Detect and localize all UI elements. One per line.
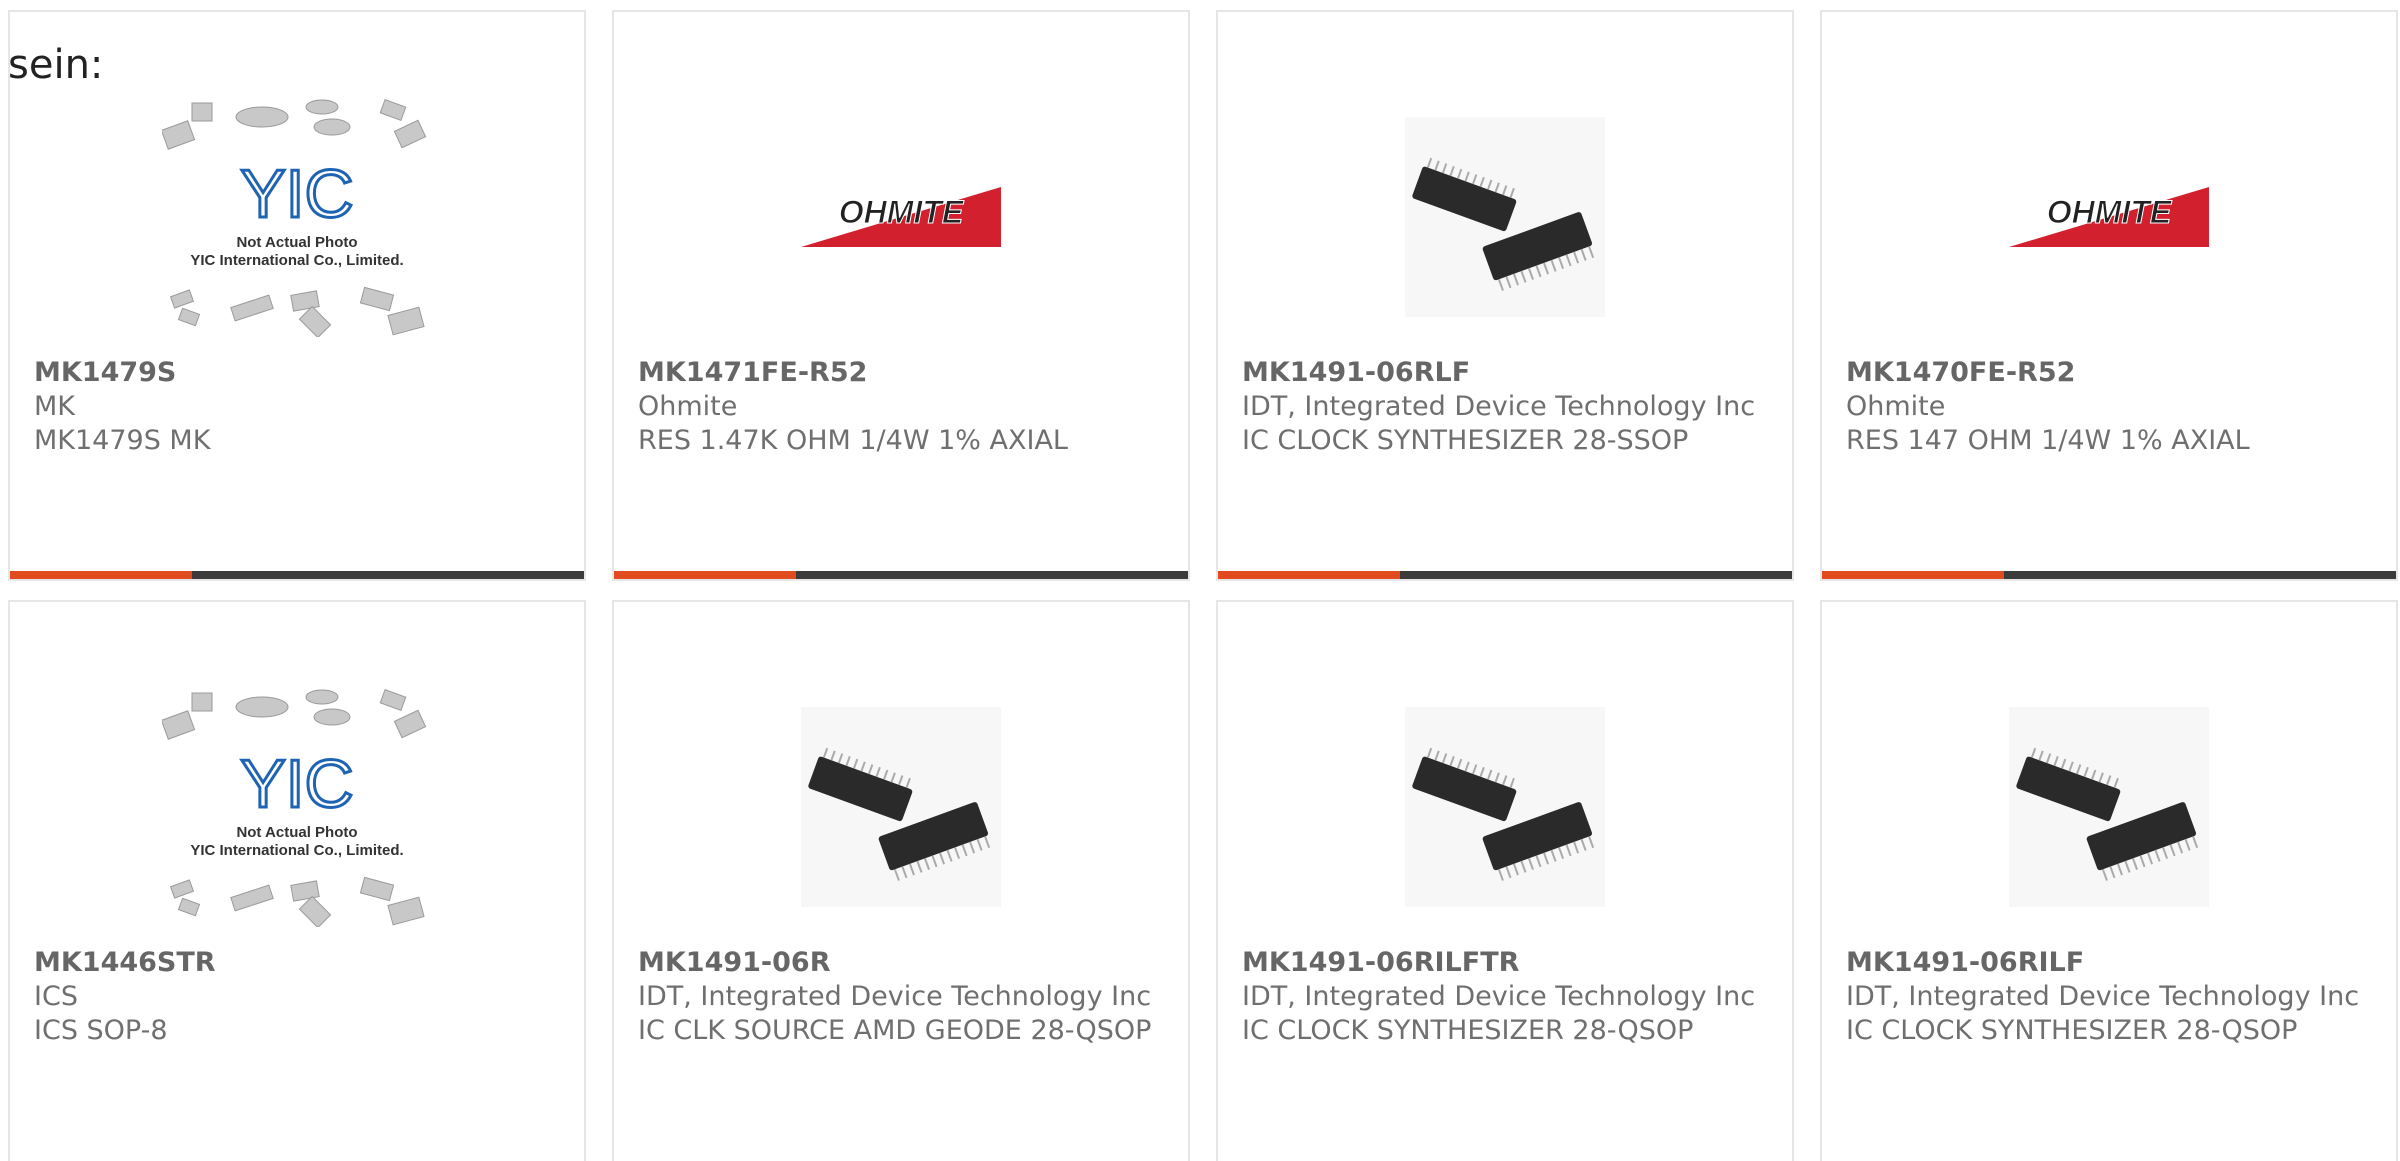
product-image[interactable]: YIC Not Actual Photo YIC International C… [10, 82, 584, 352]
card-accent-bar [614, 571, 1188, 579]
part-number[interactable]: MK1446STR [34, 946, 560, 980]
description: RES 1.47K OHM 1/4W 1% AXIAL [638, 425, 1068, 456]
description: RES 147 OHM 1/4W 1% AXIAL [1846, 425, 2250, 456]
placeholder-image: YIC Not Actual Photo YIC International C… [162, 689, 427, 927]
product-image[interactable] [1218, 672, 1792, 942]
product-image[interactable]: OHMITE [614, 82, 1188, 352]
description: MK1479S MK [34, 425, 211, 456]
yic-logo: YIC [240, 746, 353, 822]
manufacturer: MK [34, 391, 76, 422]
part-number[interactable]: MK1491-06R [638, 946, 1164, 980]
product-image[interactable] [1218, 82, 1792, 352]
description: IC CLK SOURCE AMD GEODE 28-QSOP [638, 1015, 1152, 1046]
manufacturer: ICS [34, 981, 78, 1012]
product-info: MK1446STR ICS ICS SOP-8 [34, 946, 560, 1048]
description: IC CLOCK SYNTHESIZER 28-QSOP [1846, 1015, 2298, 1046]
card-accent-bar [1218, 571, 1792, 579]
card-accent-bar [10, 571, 584, 579]
ohmite-logo: OHMITE [2009, 187, 2209, 247]
description: ICS SOP-8 [34, 1015, 168, 1046]
product-image[interactable]: OHMITE [1822, 82, 2396, 352]
svg-text:OHMITE: OHMITE [2047, 194, 2173, 230]
svg-text:Not Actual Photo: Not Actual Photo [236, 824, 357, 841]
product-card[interactable]: OHMITE MK1471FE-R52 Ohmite RES 1.47K OHM… [612, 10, 1190, 581]
product-image[interactable] [614, 672, 1188, 942]
part-number[interactable]: MK1470FE-R52 [1846, 356, 2372, 390]
placeholder-image: YIC Not Actual Photo YIC International C… [162, 99, 427, 337]
manufacturer: IDT, Integrated Device Technology Inc [638, 981, 1152, 1012]
card-accent-bar [1822, 571, 2396, 579]
product-card[interactable]: MK1491-06RILF IDT, Integrated Device Tec… [1820, 600, 2398, 1161]
manufacturer: Ohmite [638, 391, 738, 422]
part-number[interactable]: MK1491-06RILF [1846, 946, 2372, 980]
svg-text:YIC International Co., Limited: YIC International Co., Limited. [190, 252, 403, 269]
ohmite-logo: OHMITE [801, 187, 1001, 247]
product-grid-page: sein: YIC Not Actual Photo YIC Internati… [0, 0, 2400, 1161]
product-card[interactable]: OHMITE MK1470FE-R52 Ohmite RES 147 OHM 1… [1820, 10, 2398, 581]
manufacturer: IDT, Integrated Device Technology Inc [1846, 981, 2360, 1012]
svg-text:OHMITE: OHMITE [839, 194, 965, 230]
part-number[interactable]: MK1491-06RILFTR [1242, 946, 1768, 980]
part-number[interactable]: MK1471FE-R52 [638, 356, 1164, 390]
part-number[interactable]: MK1491-06RLF [1242, 356, 1768, 390]
product-image[interactable]: YIC Not Actual Photo YIC International C… [10, 672, 584, 942]
product-card[interactable]: MK1491-06R IDT, Integrated Device Techno… [612, 600, 1190, 1161]
yic-logo: YIC [240, 156, 353, 232]
product-image[interactable] [1822, 672, 2396, 942]
product-info: MK1491-06RILFTR IDT, Integrated Device T… [1242, 946, 1768, 1048]
chip-image [2009, 707, 2209, 907]
product-info: MK1479S MK MK1479S MK [34, 356, 560, 458]
manufacturer: IDT, Integrated Device Technology Inc [1242, 981, 1756, 1012]
product-card[interactable]: YIC Not Actual Photo YIC International C… [8, 600, 586, 1161]
chip-image [1405, 117, 1605, 317]
manufacturer: IDT, Integrated Device Technology Inc [1242, 391, 1756, 422]
product-card[interactable]: MK1491-06RILFTR IDT, Integrated Device T… [1216, 600, 1794, 1161]
manufacturer: Ohmite [1846, 391, 1946, 422]
product-info: MK1471FE-R52 Ohmite RES 1.47K OHM 1/4W 1… [638, 356, 1164, 458]
intro-text: sein: [8, 42, 104, 88]
chip-image [801, 707, 1001, 907]
product-card[interactable]: MK1491-06RLF IDT, Integrated Device Tech… [1216, 10, 1794, 581]
svg-text:YIC International Co., Limited: YIC International Co., Limited. [190, 842, 403, 859]
svg-text:Not Actual Photo: Not Actual Photo [236, 234, 357, 251]
product-info: MK1491-06R IDT, Integrated Device Techno… [638, 946, 1164, 1048]
chip-image [1405, 707, 1605, 907]
part-number[interactable]: MK1479S [34, 356, 560, 390]
description: IC CLOCK SYNTHESIZER 28-SSOP [1242, 425, 1689, 456]
product-info: MK1470FE-R52 Ohmite RES 147 OHM 1/4W 1% … [1846, 356, 2372, 458]
product-card[interactable]: YIC Not Actual Photo YIC International C… [8, 10, 586, 581]
description: IC CLOCK SYNTHESIZER 28-QSOP [1242, 1015, 1694, 1046]
product-info: MK1491-06RLF IDT, Integrated Device Tech… [1242, 356, 1768, 458]
product-info: MK1491-06RILF IDT, Integrated Device Tec… [1846, 946, 2372, 1048]
